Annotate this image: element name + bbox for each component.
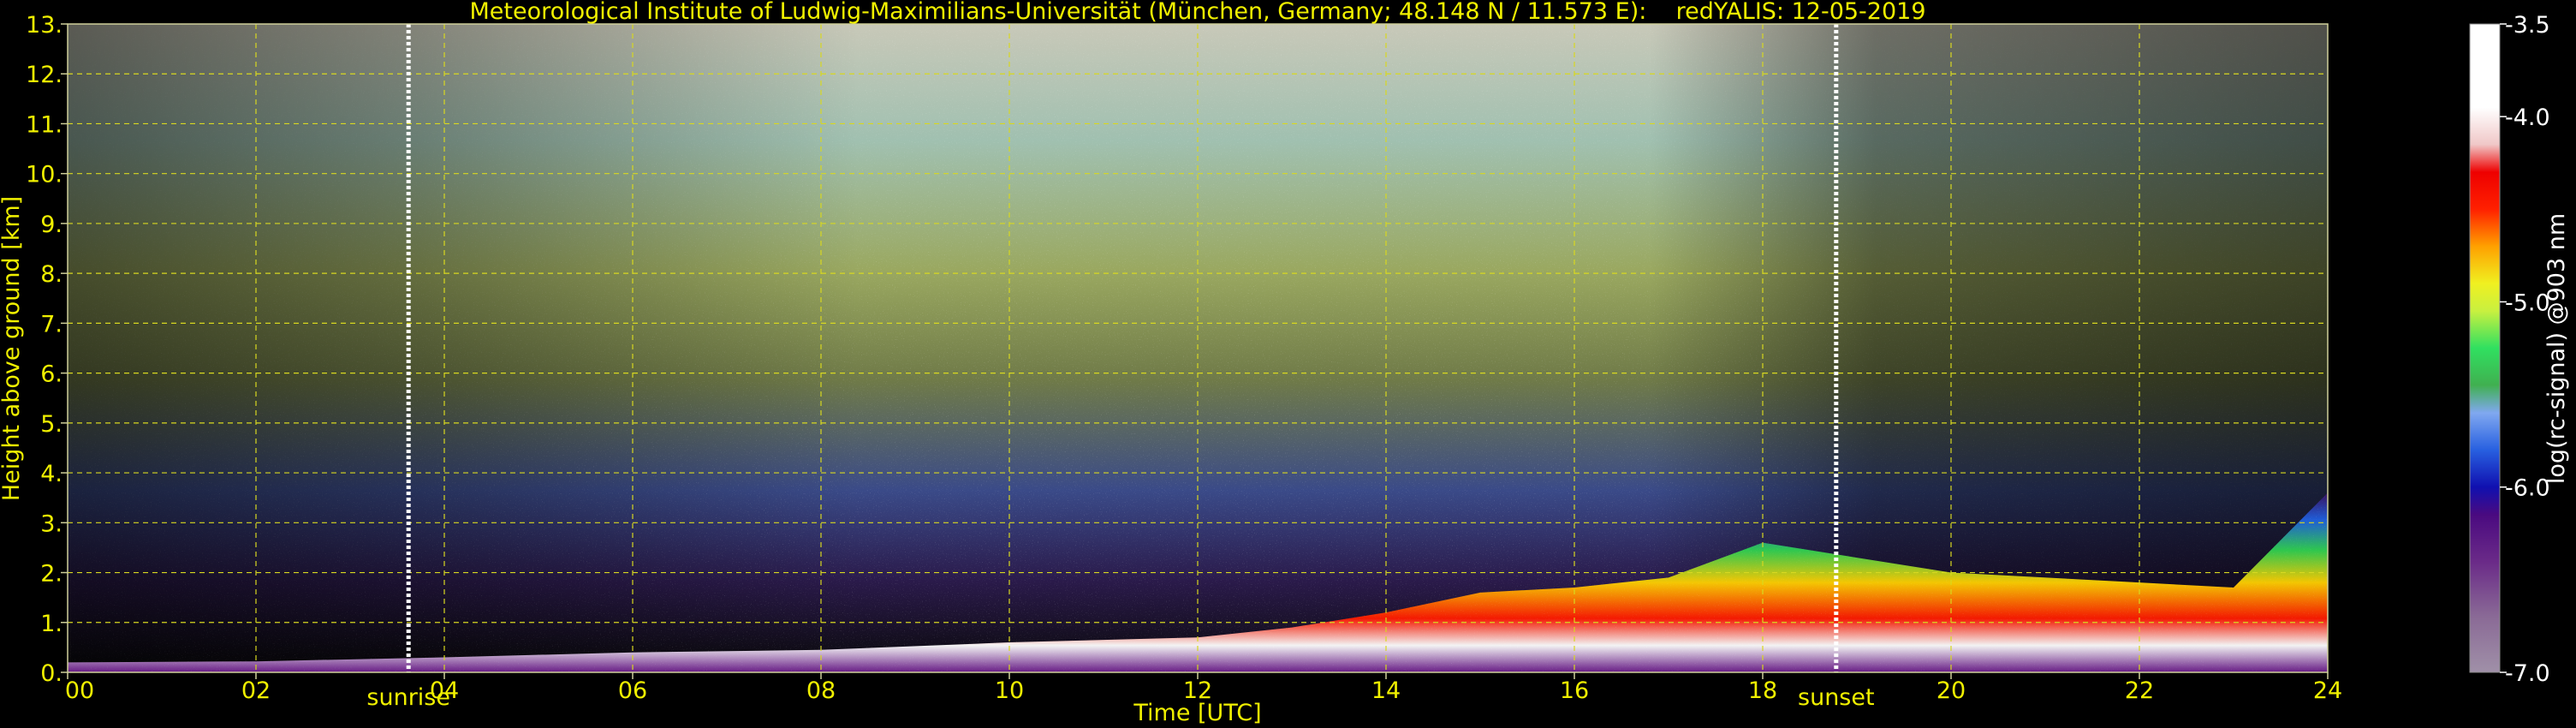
colorbar-label: log(rc-signal) @903 nm <box>2543 213 2570 484</box>
y-tick-label: 11. <box>26 111 62 138</box>
x-tick-label: 20 <box>1936 677 1966 704</box>
y-tick-label: 9. <box>40 212 62 238</box>
y-tick-label: 4. <box>40 461 62 487</box>
x-tick-label: 08 <box>806 677 836 704</box>
colorbar-ticks: -7.0-6.0-5.0-4.0-3.5 <box>2500 12 2550 687</box>
x-axis-label: Time [UTC] <box>1133 700 1261 726</box>
x-tick-label: 06 <box>618 677 647 704</box>
y-tick-label: 0. <box>40 660 62 687</box>
chart-title: Meteorological Institute of Ludwig-Maxim… <box>469 0 1925 25</box>
x-tick-label: 04 <box>430 677 459 704</box>
colorbar-tick-label: -7.0 <box>2505 660 2550 687</box>
y-axis: 0. 1. 2. 3. 4. 5. 6. 7. 8. 9. 10. 11. 12. 13. <box>26 12 68 687</box>
y-tick-label: 5. <box>40 411 62 438</box>
lidar-chart: sunrise sunset Meteorological Institute o… <box>0 0 2570 726</box>
x-tick-label: 10 <box>995 677 1024 704</box>
y-tick-label: 3. <box>40 510 62 537</box>
y-tick-label: 6. <box>40 361 62 388</box>
y-axis-label: Height above ground [km] <box>0 196 25 501</box>
x-tick-label: 18 <box>1748 677 1777 704</box>
colorbar-gradient <box>2470 24 2500 672</box>
y-tick-label: 10. <box>26 162 62 188</box>
colorbar: -7.0-6.0-5.0-4.0-3.5 log(rc-signal) @903… <box>2469 12 2570 687</box>
x-tick-label: 02 <box>241 677 271 704</box>
y-tick-label: 8. <box>40 261 62 288</box>
x-tick-label: 00 <box>65 677 94 704</box>
x-tick-label: 16 <box>1560 677 1589 704</box>
x-tick-label: 24 <box>2313 677 2342 704</box>
y-tick-label: 7. <box>40 311 62 337</box>
y-tick-label: 1. <box>40 611 62 637</box>
colorbar-tick-label: -3.5 <box>2505 12 2550 39</box>
y-tick-label: 2. <box>40 561 62 588</box>
colorbar-tick-label: -4.0 <box>2505 104 2550 131</box>
x-tick-label: 22 <box>2125 677 2154 704</box>
marker-label: sunset <box>1798 684 1875 711</box>
x-tick-label: 14 <box>1371 677 1401 704</box>
y-tick-label: 12. <box>26 62 62 88</box>
y-tick-label: 13. <box>26 12 62 39</box>
